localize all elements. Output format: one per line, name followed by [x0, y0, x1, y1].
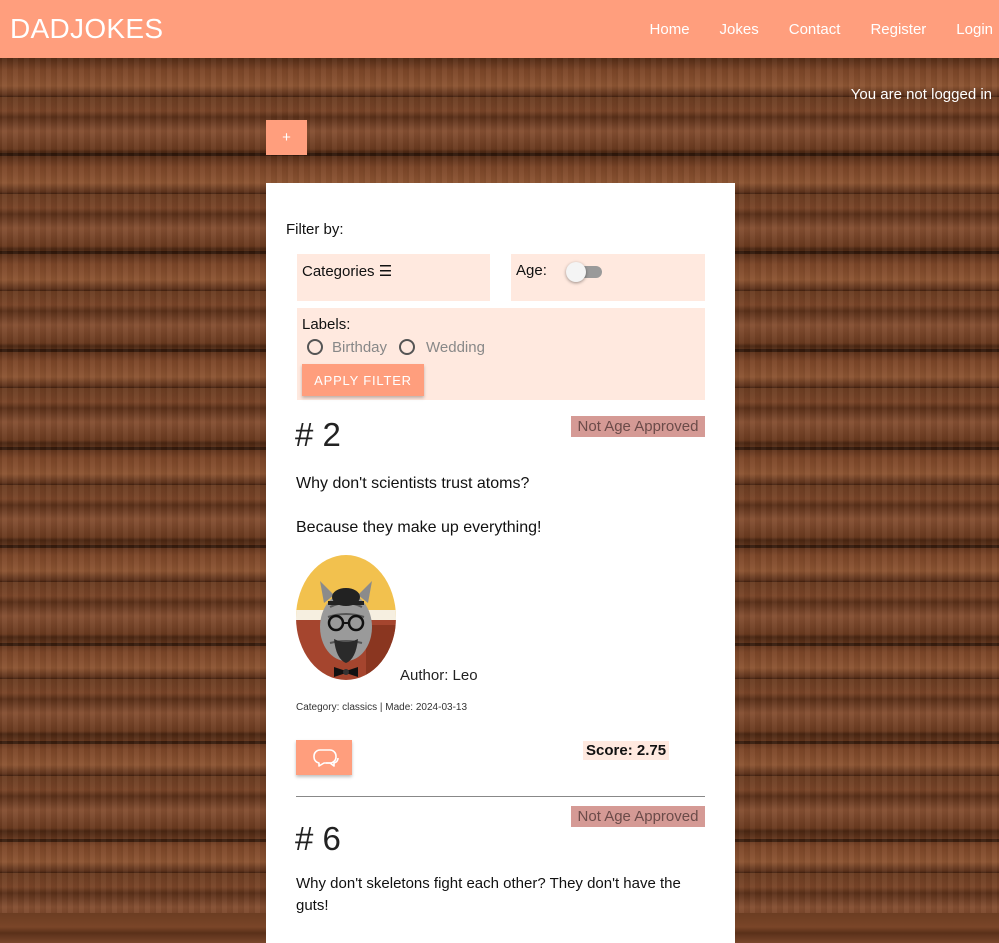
categories-filter[interactable]: Categories ☰: [297, 254, 490, 301]
age-label: Age:: [516, 262, 547, 279]
age-badge: Not Age Approved: [571, 416, 705, 437]
joke-setup: Why don't scientists trust atoms?: [296, 475, 530, 492]
labels-label: Labels:: [302, 316, 351, 333]
age-toggle-knob[interactable]: [566, 262, 586, 282]
filter-title: Filter by:: [286, 221, 344, 238]
nav-menu: Home Jokes Contact Register Login: [620, 21, 993, 38]
age-badge: Not Age Approved: [571, 806, 705, 827]
add-joke-button[interactable]: +: [266, 120, 307, 155]
jokes-panel: Filter by: Categories ☰ Age: Labels: Bir…: [266, 183, 735, 943]
author-avatar: [296, 555, 396, 680]
comment-button[interactable]: [296, 740, 352, 775]
nav-jokes[interactable]: Jokes: [720, 21, 759, 38]
joke-punchline: Because they make up everything!: [296, 519, 542, 536]
categories-label[interactable]: Categories ☰: [302, 262, 392, 280]
radio-birthday[interactable]: [307, 339, 323, 355]
radio-wedding-label[interactable]: Wedding: [426, 339, 485, 356]
apply-filter-button[interactable]: APPLY FILTER: [302, 364, 424, 396]
joke-score: Score: 2.75: [583, 741, 670, 760]
comments-icon: [313, 749, 339, 767]
brand-logo[interactable]: DADJOKES: [10, 13, 163, 45]
navbar: DADJOKES Home Jokes Contact Register Log…: [0, 0, 999, 58]
joke-meta: Category: classics | Made: 2024-03-13: [296, 702, 468, 713]
radio-birthday-label[interactable]: Birthday: [332, 339, 387, 356]
nav-login[interactable]: Login: [956, 21, 993, 38]
radio-wedding[interactable]: [399, 339, 415, 355]
joke-divider: [296, 796, 705, 797]
joke-id: # 2: [295, 416, 341, 453]
nav-register[interactable]: Register: [870, 21, 926, 38]
login-status: You are not logged in: [850, 86, 992, 103]
nav-contact[interactable]: Contact: [789, 21, 841, 38]
joke-author: Author: Leo: [400, 667, 478, 684]
age-filter: Age:: [511, 254, 705, 301]
joke-id: # 6: [295, 820, 341, 857]
nav-home[interactable]: Home: [650, 21, 690, 38]
labels-filter: Labels: Birthday Wedding APPLY FILTER: [297, 308, 705, 400]
joke-setup: Why don't skeletons fight each other? Th…: [296, 875, 681, 914]
